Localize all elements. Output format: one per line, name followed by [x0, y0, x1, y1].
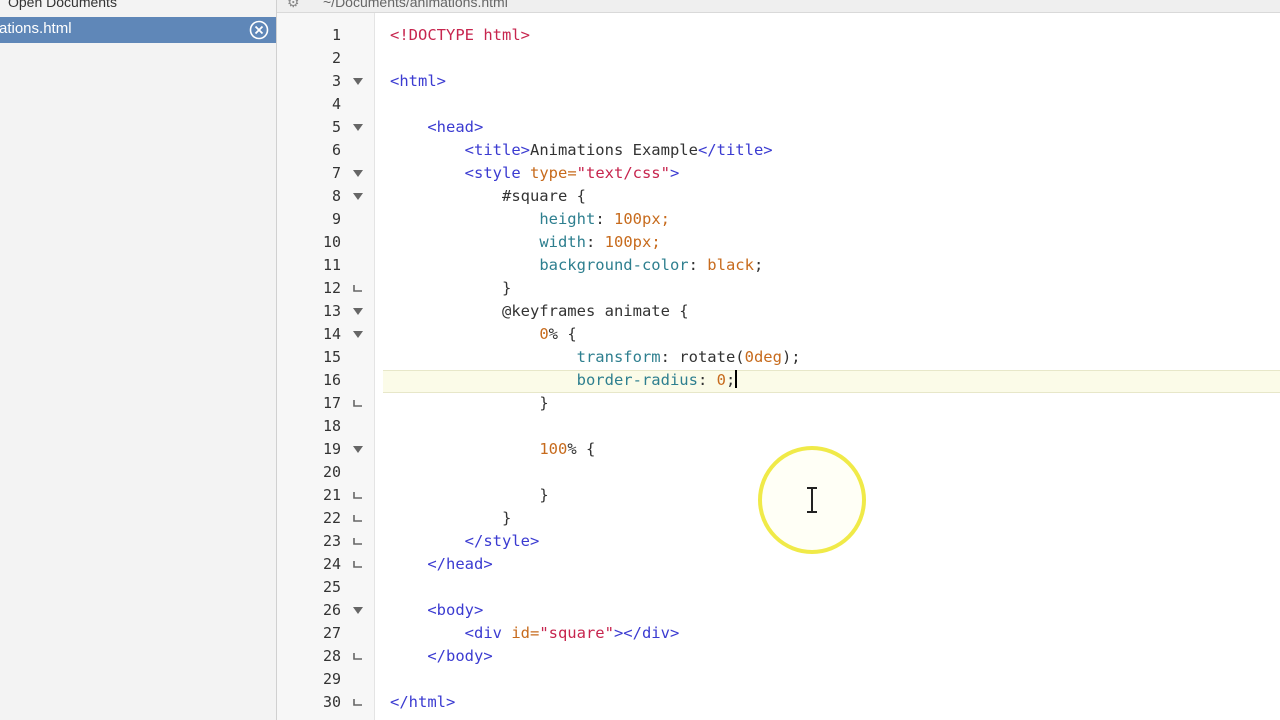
- open-document-item[interactable]: ations.html: [0, 17, 276, 43]
- line-number: 9: [331, 210, 341, 228]
- fold-arrow-icon[interactable]: [352, 323, 366, 346]
- line-number: 16: [322, 371, 341, 389]
- line-number: 26: [322, 601, 341, 619]
- code-line-23: </style>: [464, 532, 540, 550]
- code-line-8: #square {: [501, 187, 586, 205]
- fold-arrow-icon[interactable]: [352, 185, 366, 208]
- fold-end-icon[interactable]: [352, 691, 366, 714]
- sidebar-heading: Open Documents: [8, 0, 117, 10]
- fold-arrow-icon[interactable]: [352, 599, 366, 622]
- line-number: 13: [322, 302, 341, 320]
- line-number: 4: [331, 95, 341, 113]
- line-number: 12: [322, 279, 341, 297]
- close-icon[interactable]: [249, 20, 269, 40]
- code-line-9: height: 100px;: [539, 210, 670, 228]
- code-line-16: border-radius: 0;: [576, 370, 738, 389]
- code-line-3: <html>: [390, 72, 446, 90]
- fold-end-icon[interactable]: [352, 507, 366, 530]
- line-number: 19: [322, 440, 341, 458]
- line-number: 6: [331, 141, 341, 159]
- code-line-5: <head>: [427, 118, 484, 136]
- line-number: 15: [322, 348, 341, 366]
- code-line-17: }: [539, 394, 549, 412]
- code-line-12: }: [501, 279, 512, 297]
- code-line-22: }: [501, 509, 512, 527]
- line-number: 1: [331, 26, 341, 44]
- line-number: 23: [322, 532, 341, 550]
- line-number: 3: [331, 72, 341, 90]
- code-line-24: </head>: [427, 555, 493, 573]
- path-bar: ⚙ ~/Documents/animations.html: [277, 0, 1280, 13]
- fold-arrow-icon[interactable]: [352, 300, 366, 323]
- line-number: 7: [331, 164, 341, 182]
- fold-end-icon[interactable]: [352, 277, 366, 300]
- line-number: 2: [331, 49, 341, 67]
- fold-arrow-icon[interactable]: [352, 116, 366, 139]
- line-number: 27: [322, 624, 341, 642]
- code-line-14: 0% {: [539, 325, 577, 343]
- line-number: 20: [322, 463, 341, 481]
- open-document-name: ations.html: [0, 20, 72, 37]
- code-editor[interactable]: <!DOCTYPE html> <html> <head> <title>Ani…: [375, 13, 1280, 720]
- fold-end-icon[interactable]: [352, 392, 366, 415]
- fold-end-icon[interactable]: [352, 553, 366, 576]
- fold-end-icon[interactable]: [352, 530, 366, 553]
- code-line-7: <style type="text/css">: [464, 164, 680, 182]
- line-number-gutter: 1 2 3 4 5 6 7 8 9 10 11 12 13 14 15 16 17 18 19 20 21 22 23 24 2…: [277, 13, 375, 720]
- text-caret: [735, 370, 738, 388]
- line-number: 11: [322, 256, 341, 274]
- code-line-13: @keyframes animate {: [501, 302, 689, 320]
- code-line-11: background-color: black;: [539, 256, 764, 274]
- file-path-dropdown[interactable]: ~/Documents/animations.html: [323, 0, 508, 10]
- line-number: 30: [322, 693, 341, 711]
- line-number: 14: [322, 325, 341, 343]
- code-line-21: }: [539, 486, 549, 504]
- code-line-28: </body>: [427, 647, 493, 665]
- ibeam-cursor-icon: [807, 487, 817, 513]
- line-number: 5: [331, 118, 341, 136]
- code-line-15: transform: rotate(0deg);: [576, 348, 801, 366]
- code-line-19: 100% {: [539, 440, 596, 458]
- gear-icon[interactable]: ⚙: [287, 0, 300, 11]
- line-number: 17: [322, 394, 341, 412]
- line-number: 29: [322, 670, 341, 688]
- fold-arrow-icon[interactable]: [352, 162, 366, 185]
- code-line-30: </html>: [390, 693, 456, 711]
- fold-end-icon[interactable]: [352, 484, 366, 507]
- code-line-26: <body>: [427, 601, 484, 619]
- code-line-6: <title>Animations Example</title>: [464, 141, 773, 159]
- line-number: 21: [322, 486, 341, 504]
- code-line-10: width: 100px;: [539, 233, 661, 251]
- line-number: 22: [322, 509, 341, 527]
- line-number: 24: [322, 555, 341, 573]
- code-line-1: <!DOCTYPE html>: [390, 26, 530, 44]
- fold-end-icon[interactable]: [352, 645, 366, 668]
- fold-arrow-icon[interactable]: [352, 438, 366, 461]
- code-line-27: <div id="square"></div>: [464, 624, 680, 642]
- line-number: 8: [331, 187, 341, 205]
- line-number: 25: [322, 578, 341, 596]
- fold-arrow-icon[interactable]: [352, 70, 366, 93]
- line-number: 10: [322, 233, 341, 251]
- open-documents-sidebar: Open Documents ations.html: [0, 0, 277, 720]
- line-number: 28: [322, 647, 341, 665]
- line-number: 18: [322, 417, 341, 435]
